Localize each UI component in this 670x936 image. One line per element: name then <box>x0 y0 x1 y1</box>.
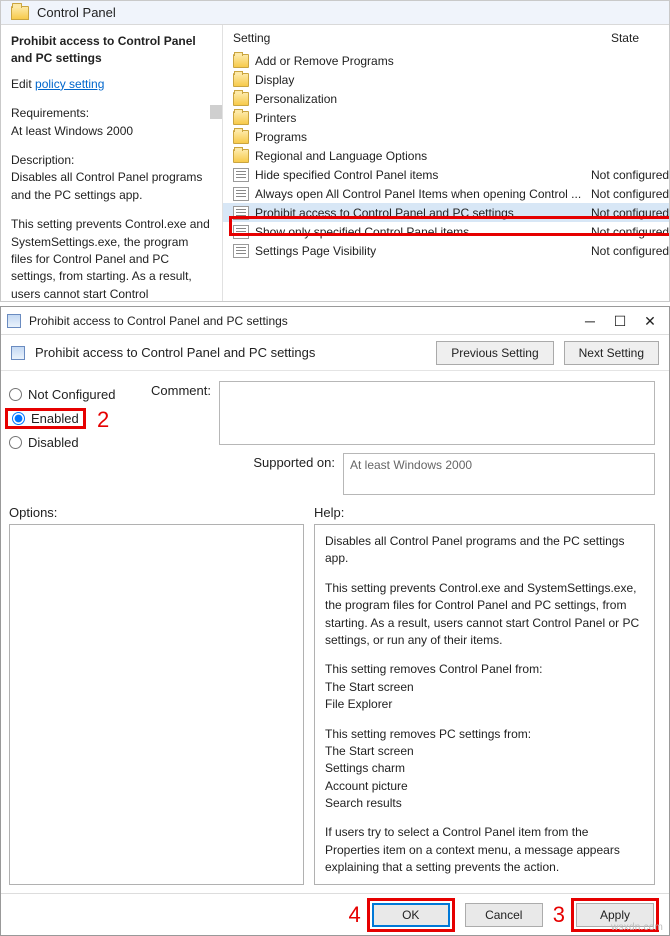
row-state: Not configured <box>591 225 669 239</box>
desc-text: Disables all Control Panel programs and … <box>11 169 212 204</box>
row-label: Settings Page Visibility <box>255 244 591 258</box>
list-item[interactable]: Add or Remove Programs <box>223 51 669 70</box>
row-label: Hide specified Control Panel items <box>255 168 591 182</box>
watermark: wsxdn.com <box>611 922 663 933</box>
radio-not-configured-label: Not Configured <box>28 387 115 402</box>
subheader-icon <box>11 346 25 360</box>
ok-button[interactable]: OK <box>372 903 450 927</box>
settings-list: Setting State Add or Remove Programs Disp… <box>223 25 669 301</box>
folder-icon <box>233 130 249 144</box>
previous-setting-button[interactable]: Previous Setting <box>436 341 553 365</box>
row-label: Add or Remove Programs <box>255 54 591 68</box>
annotation-num-4: 4 <box>349 902 361 928</box>
subheader-text: Prohibit access to Control Panel and PC … <box>35 345 426 360</box>
help-label: Help: <box>314 505 655 520</box>
setting-icon <box>233 187 249 201</box>
folder-icon <box>233 92 249 106</box>
setting-icon <box>233 206 249 220</box>
annotation-num-3: 3 <box>553 902 565 928</box>
help-p5: If users try to select a Control Panel i… <box>325 824 644 876</box>
list-item[interactable]: Settings Page VisibilityNot configured <box>223 241 669 260</box>
list-item[interactable]: Display <box>223 70 669 89</box>
folder-icon <box>233 149 249 163</box>
sub-header: Prohibit access to Control Panel and PC … <box>1 335 669 371</box>
req-text: At least Windows 2000 <box>11 123 212 140</box>
dialog-icon <box>7 314 21 328</box>
titlebar: Prohibit access to Control Panel and PC … <box>1 307 669 335</box>
edit-policy-link[interactable]: policy setting <box>35 77 104 91</box>
detail-panel: Prohibit access to Control Panel and PC … <box>1 25 223 301</box>
dialog-title: Prohibit access to Control Panel and PC … <box>29 314 575 328</box>
column-headers: Setting State <box>223 25 669 51</box>
folder-icon <box>11 6 29 20</box>
list-item[interactable]: Personalization <box>223 89 669 108</box>
next-setting-button[interactable]: Next Setting <box>564 341 659 365</box>
row-state: Not configured <box>591 206 669 220</box>
policy-dialog: Prohibit access to Control Panel and PC … <box>0 306 670 936</box>
list-item[interactable]: Programs <box>223 127 669 146</box>
maximize-button[interactable]: ☐ <box>613 314 627 328</box>
row-state: Not configured <box>591 187 669 201</box>
radio-disabled-label: Disabled <box>28 435 79 450</box>
setting-icon <box>233 225 249 239</box>
row-label: Show only specified Control Panel items <box>255 225 591 239</box>
scroll-indicator[interactable] <box>210 105 222 119</box>
row-state: Not configured <box>591 244 669 258</box>
options-box <box>9 524 304 885</box>
list-item[interactable]: Hide specified Control Panel itemsNot co… <box>223 165 669 184</box>
desc-more: This setting prevents Control.exe and Sy… <box>11 216 212 301</box>
row-label: Programs <box>255 130 591 144</box>
setting-icon <box>233 168 249 182</box>
row-label: Prohibit access to Control Panel and PC … <box>255 206 591 220</box>
radio-enabled-row[interactable]: Enabled <box>9 408 127 429</box>
req-label: Requirements: <box>11 105 212 122</box>
comment-textarea[interactable] <box>219 381 655 445</box>
row-label: Personalization <box>255 92 591 106</box>
setting-icon <box>233 244 249 258</box>
row-label: Regional and Language Options <box>255 149 591 163</box>
radio-disabled[interactable] <box>9 436 22 449</box>
minimize-button[interactable]: ─ <box>583 314 597 328</box>
help-p4: This setting removes PC settings from: T… <box>325 726 644 813</box>
detail-title: Prohibit access to Control Panel and PC … <box>11 33 212 68</box>
help-p2: This setting prevents Control.exe and Sy… <box>325 580 644 650</box>
gpe-header-title: Control Panel <box>37 5 116 20</box>
list-item[interactable]: Regional and Language Options <box>223 146 669 165</box>
folder-icon <box>233 73 249 87</box>
annotation-num-2: 2 <box>97 407 109 433</box>
col-state[interactable]: State <box>573 31 659 45</box>
folder-icon <box>233 111 249 125</box>
radio-not-configured-row[interactable]: Not Configured <box>9 387 127 402</box>
row-label: Printers <box>255 111 591 125</box>
supported-text: At least Windows 2000 <box>343 453 655 495</box>
supported-label: Supported on: <box>139 453 335 495</box>
gpe-header: Control Panel <box>1 1 669 25</box>
row-label: Display <box>255 73 591 87</box>
cancel-button[interactable]: Cancel <box>465 903 543 927</box>
radio-not-configured[interactable] <box>9 388 22 401</box>
list-item[interactable]: Show only specified Control Panel itemsN… <box>223 222 669 241</box>
comment-label: Comment: <box>139 381 211 445</box>
list-item[interactable]: Prohibit access to Control Panel and PC … <box>223 203 669 222</box>
row-label: Always open All Control Panel Items when… <box>255 187 591 201</box>
edit-prefix: Edit <box>11 77 32 91</box>
list-item[interactable]: Always open All Control Panel Items when… <box>223 184 669 203</box>
close-button[interactable]: ✕ <box>643 314 657 328</box>
help-p3: This setting removes Control Panel from:… <box>325 661 644 713</box>
help-p1: Disables all Control Panel programs and … <box>325 533 644 568</box>
gpe-pane: Control Panel Prohibit access to Control… <box>0 0 670 302</box>
col-setting[interactable]: Setting <box>233 31 573 45</box>
folder-icon <box>233 54 249 68</box>
row-state: Not configured <box>591 168 669 182</box>
desc-label: Description: <box>11 152 212 169</box>
radio-enabled-label: Enabled <box>31 411 79 426</box>
button-bar: 4 OK Cancel 3 Apply <box>1 893 669 935</box>
help-box: Disables all Control Panel programs and … <box>314 524 655 885</box>
list-item[interactable]: Printers <box>223 108 669 127</box>
radio-enabled[interactable] <box>12 412 25 425</box>
options-label: Options: <box>9 505 304 520</box>
radio-disabled-row[interactable]: Disabled <box>9 435 127 450</box>
